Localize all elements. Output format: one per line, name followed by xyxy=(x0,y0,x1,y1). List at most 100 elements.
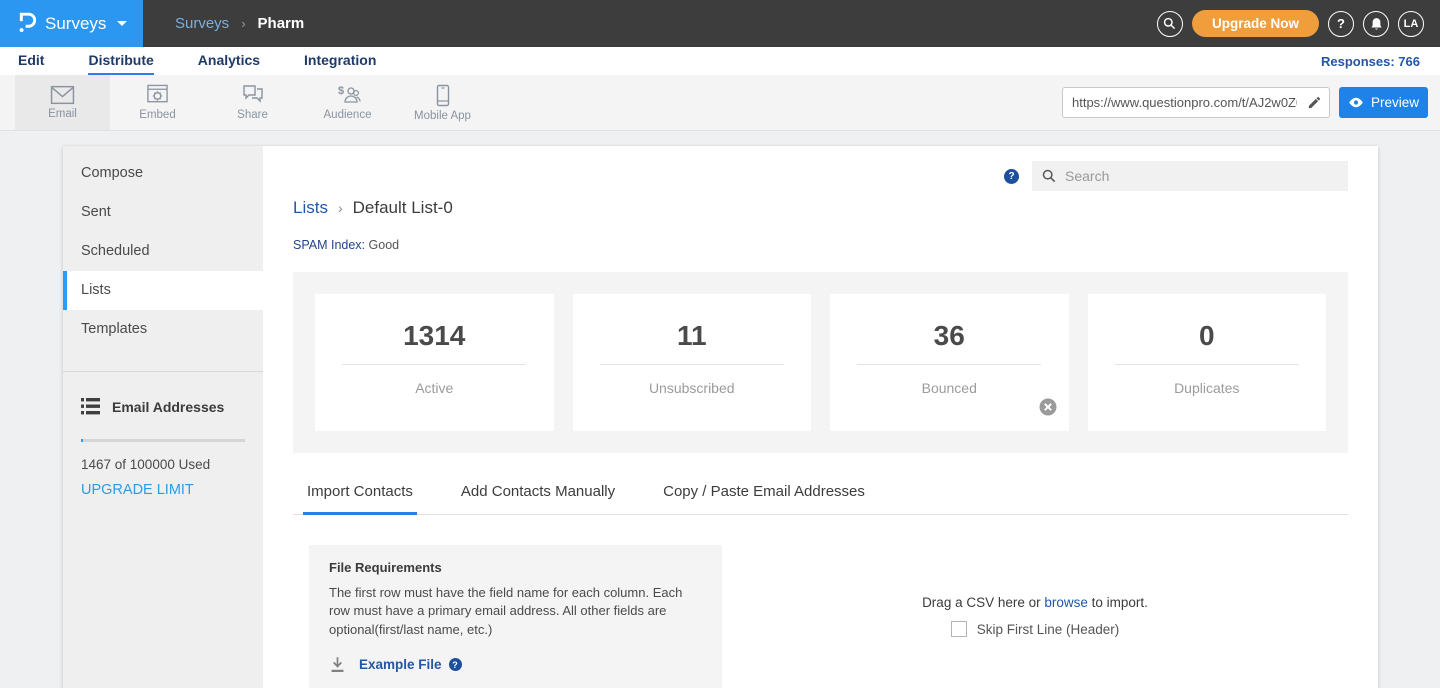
contact-search-box xyxy=(1032,161,1348,191)
sidebar-item-templates[interactable]: Templates xyxy=(63,310,263,349)
audience-icon: $ xyxy=(335,84,361,106)
page-body: Compose Sent Scheduled Lists Templates E… xyxy=(0,131,1440,688)
list-breadcrumb: Lists › Default List-0 xyxy=(293,198,1348,218)
header-actions: Upgrade Now ? LA xyxy=(1157,10,1440,37)
clear-bounced-button[interactable] xyxy=(1039,398,1057,421)
list-icon xyxy=(81,398,100,415)
bell-icon xyxy=(1370,17,1383,31)
survey-url-input[interactable] xyxy=(1063,95,1299,110)
tab-copy-paste-email-addresses[interactable]: Copy / Paste Email Addresses xyxy=(659,483,869,515)
user-avatar[interactable]: LA xyxy=(1398,11,1424,37)
toolbar-item-label: Email xyxy=(48,108,77,120)
toolbar-item-label: Audience xyxy=(324,109,372,121)
preview-button-label: Preview xyxy=(1371,95,1419,110)
help-button[interactable]: ? xyxy=(1328,11,1354,37)
spam-index-label: SPAM Index: xyxy=(293,238,365,252)
stat-label: Bounced xyxy=(922,380,977,396)
embed-icon xyxy=(146,84,169,106)
header-breadcrumb: Surveys › Pharma xyxy=(175,15,304,32)
example-file-help-icon[interactable]: ? xyxy=(449,658,462,671)
stat-label: Active xyxy=(415,380,453,396)
breadcrumb-surveys-link[interactable]: Surveys xyxy=(175,15,229,32)
skip-first-line-checkbox[interactable] xyxy=(951,621,967,637)
toolbar-item-share[interactable]: Share xyxy=(205,75,300,130)
current-list-name: Default List-0 xyxy=(353,198,453,218)
responses-count[interactable]: Responses: 766 xyxy=(1321,54,1420,69)
preview-button[interactable]: Preview xyxy=(1339,87,1428,118)
list-detail-panel: ? Lists › Default List-0 SPAM Index: Goo… xyxy=(263,146,1378,688)
upgrade-limit-link[interactable]: UPGRADE LIMIT xyxy=(81,482,245,498)
list-help-icon[interactable]: ? xyxy=(1004,169,1019,184)
email-addresses-section: Email Addresses 1467 of 100000 Used UPGR… xyxy=(63,372,263,498)
spam-index-row: SPAM Index: Good xyxy=(293,238,1348,252)
stat-card-unsubscribed: 11 Unsubscribed xyxy=(573,294,812,431)
email-sidebar: Compose Sent Scheduled Lists Templates E… xyxy=(63,146,263,688)
sidebar-item-sent[interactable]: Sent xyxy=(63,193,263,232)
breadcrumb-separator: › xyxy=(241,16,245,31)
stat-divider xyxy=(600,364,784,365)
survey-section-nav: Edit Distribute Analytics Integration Re… xyxy=(0,47,1440,75)
drag-csv-text: Drag a CSV here or browse to import. xyxy=(922,595,1148,610)
sidebar-item-compose[interactable]: Compose xyxy=(63,154,263,193)
contact-search-input[interactable] xyxy=(1065,168,1338,184)
stat-value: 36 xyxy=(934,320,965,352)
csv-dropzone[interactable]: Drag a CSV here or browse to import. Ski… xyxy=(722,545,1348,688)
product-switcher[interactable]: Surveys xyxy=(0,0,143,47)
drag-text-before: Drag a CSV here or xyxy=(922,595,1044,610)
list-stats: 1314 Active 11 Unsubscribed 36 Bounced xyxy=(293,272,1348,453)
stat-value: 0 xyxy=(1199,320,1215,352)
questionpro-logo-icon xyxy=(17,9,36,39)
skip-first-line-row: Skip First Line (Header) xyxy=(951,621,1120,637)
product-name: Surveys xyxy=(45,14,106,34)
lists-link[interactable]: Lists xyxy=(293,198,328,218)
search-icon xyxy=(1042,169,1056,183)
email-icon xyxy=(50,85,75,105)
stat-label: Duplicates xyxy=(1174,380,1239,396)
survey-url-box xyxy=(1062,87,1330,118)
tab-edit[interactable]: Edit xyxy=(18,47,44,75)
import-contacts-panel: File Requirements The first row must hav… xyxy=(293,545,1348,688)
example-file-link[interactable]: Example File xyxy=(359,657,442,672)
tab-analytics[interactable]: Analytics xyxy=(198,47,260,75)
sidebar-item-scheduled[interactable]: Scheduled xyxy=(63,232,263,271)
toolbar-item-embed[interactable]: Embed xyxy=(110,75,205,130)
browse-link[interactable]: browse xyxy=(1044,595,1088,610)
breadcrumb-separator: › xyxy=(338,200,343,216)
download-icon xyxy=(329,656,346,673)
circle-x-icon xyxy=(1039,398,1057,416)
tab-import-contacts[interactable]: Import Contacts xyxy=(303,483,417,515)
pencil-icon xyxy=(1307,95,1322,110)
svg-text:$: $ xyxy=(338,85,344,97)
stat-divider xyxy=(857,364,1041,365)
content-card: Compose Sent Scheduled Lists Templates E… xyxy=(63,146,1378,688)
stat-label: Unsubscribed xyxy=(649,380,735,396)
sidebar-item-lists[interactable]: Lists xyxy=(63,271,263,310)
file-requirements-title: File Requirements xyxy=(329,560,702,575)
spam-index-value: Good xyxy=(369,238,400,252)
share-icon xyxy=(241,84,265,106)
toolbar-item-email[interactable]: Email xyxy=(15,75,110,130)
stat-card-active: 1314 Active xyxy=(315,294,554,431)
toolbar-item-mobile-app[interactable]: Mobile App xyxy=(395,75,490,130)
toolbar-item-audience[interactable]: $ Audience xyxy=(300,75,395,130)
edit-url-button[interactable] xyxy=(1299,88,1329,117)
global-search-button[interactable] xyxy=(1157,11,1183,37)
tab-distribute[interactable]: Distribute xyxy=(88,47,153,75)
tab-integration[interactable]: Integration xyxy=(304,47,376,75)
email-usage-progress xyxy=(81,439,245,442)
mobile-phone-icon xyxy=(436,84,450,107)
email-usage-text: 1467 of 100000 Used xyxy=(81,457,245,472)
toolbar-item-label: Embed xyxy=(139,109,175,121)
contact-tabs: Import Contacts Add Contacts Manually Co… xyxy=(293,483,1348,515)
toolbar-item-label: Mobile App xyxy=(414,110,471,122)
stat-divider xyxy=(1115,364,1299,365)
skip-first-line-label: Skip First Line (Header) xyxy=(977,622,1120,637)
eye-icon xyxy=(1348,97,1364,108)
upgrade-now-button[interactable]: Upgrade Now xyxy=(1192,10,1319,37)
toolbar-right-controls: Preview xyxy=(1062,87,1428,118)
email-addresses-title: Email Addresses xyxy=(112,399,224,415)
email-usage-progress-fill xyxy=(81,439,83,442)
notifications-button[interactable] xyxy=(1363,11,1389,37)
tab-add-contacts-manually[interactable]: Add Contacts Manually xyxy=(457,483,619,515)
stat-value: 1314 xyxy=(403,320,465,352)
